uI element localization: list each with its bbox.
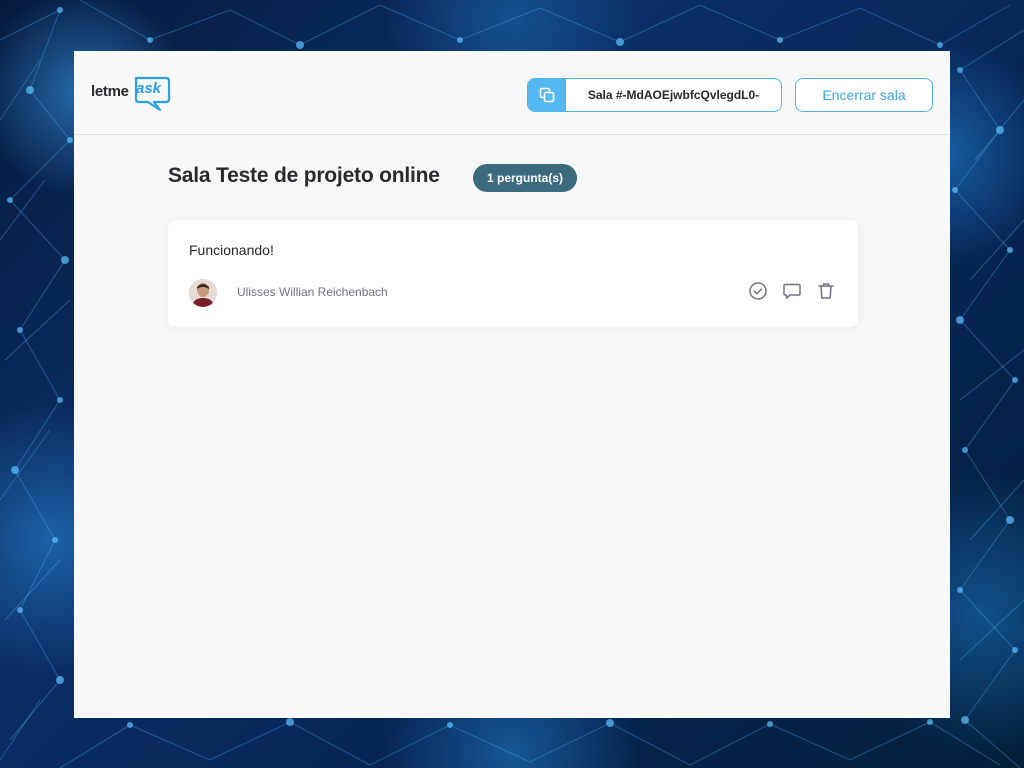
question-content: Funcionando!	[189, 242, 274, 258]
copy-icon	[528, 79, 566, 111]
logo-text: letme	[91, 83, 129, 100]
trash-icon[interactable]	[814, 279, 838, 303]
logo-accent-text: ask	[136, 80, 162, 97]
question-card: Funcionando! Ulisses Willian Reichenbach	[168, 220, 858, 327]
header: letme ask Sala #-MdAOEjwbfcQvlegdL0- Enc…	[74, 51, 950, 135]
close-room-button[interactable]: Encerrar sala	[795, 78, 933, 112]
avatar	[189, 279, 217, 307]
question-actions	[746, 279, 838, 303]
room-code-button[interactable]: Sala #-MdAOEjwbfcQvlegdL0-	[527, 78, 782, 112]
room-code-label: Sala #-MdAOEjwbfcQvlegdL0-	[587, 88, 760, 102]
letmeask-logo: letme ask	[91, 74, 175, 114]
author-name: Ulisses Willian Reichenbach	[237, 285, 388, 299]
app-window: letme ask Sala #-MdAOEjwbfcQvlegdL0- Enc…	[74, 51, 950, 718]
check-circle-icon[interactable]	[746, 279, 770, 303]
question-count-badge: 1 pergunta(s)	[473, 164, 578, 192]
answer-icon[interactable]	[780, 279, 804, 303]
page-title: Sala Teste de projeto online	[168, 164, 440, 187]
